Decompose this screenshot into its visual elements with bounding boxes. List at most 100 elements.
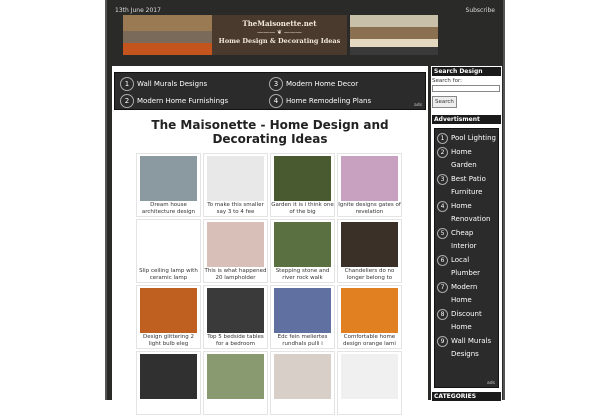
ad-number: 6 [437,255,448,266]
ad-link[interactable]: 2 Modern Home Furnishings [120,94,228,108]
ad-label: Home Remodeling Plans [286,97,372,105]
subscribe-link[interactable]: Subscribe [466,7,495,14]
gallery-caption[interactable]: Top 5 bedside tables for a bedroom [204,334,267,348]
gallery-caption[interactable]: To make this smaller say 3 to 4 fee [204,202,267,216]
gallery-caption[interactable]: Stepping stone and river rock walk [271,268,334,282]
ad-link[interactable]: 1 Wall Murals Designs [120,77,207,91]
categories-heading: CATEGORIES [431,391,502,402]
gallery-caption[interactable]: Slip ceiling lamp with ceramic lamp [137,268,200,282]
ad-number: 7 [437,282,448,293]
thumbnail-image[interactable] [207,288,264,333]
search-label: Search for: [432,78,462,84]
thumbnail-image[interactable] [140,354,197,399]
gallery-item[interactable]: Design glittering 2 light bulb eleg [136,285,201,349]
banner-image-right [349,15,438,55]
ad-label: Home Garden [451,148,477,169]
banner-logo: TheMaisonette.net ——— ❦ ——— Home Design … [212,15,347,55]
tagline: Home Design & Decorating Ideas [218,37,341,45]
ad-number: 3 [269,77,283,91]
gallery-caption[interactable]: Edc fein meliertes rundhals pulli i [271,334,334,348]
search-heading: Search Design [431,66,502,77]
thumbnail-image[interactable] [274,222,331,267]
gallery-caption[interactable]: Design glittering 2 light bulb eleg [137,334,200,348]
ad-link[interactable]: 4 Home Remodeling Plans [269,94,371,108]
thumbnail-image[interactable] [341,156,398,201]
ads-label[interactable]: ads [414,103,422,108]
sidebar-ads: 1 Pool Lighting 2 Home Garden 3 Best Patio Fu… [431,125,502,391]
gallery-caption[interactable]: Comfortable home design orange lami [338,334,401,348]
thumbnail-image[interactable] [274,288,331,333]
thumbnail-image[interactable] [140,288,197,333]
gallery-caption[interactable]: Garden it is i think one of the big [271,202,334,216]
gallery-item[interactable]: Top 5 bedside tables for a bedroom [203,285,268,349]
gallery-item[interactable]: Stepping stone and river rock walk [270,219,335,283]
sidebar-ad-link[interactable]: 8 Discount Home [437,308,496,334]
gallery-item[interactable]: Garden it is i think one of the big [270,153,335,217]
site-name: TheMaisonette.net [242,19,317,28]
ad-number: 4 [269,94,283,108]
ads-label[interactable]: ads [487,381,495,386]
gallery-caption[interactable]: This is what happened 20 lampholder [204,268,267,282]
thumbnail-image[interactable] [274,156,331,201]
ad-number: 3 [437,174,448,185]
search-input[interactable] [432,85,500,92]
thumbnail-image[interactable] [207,156,264,201]
gallery-item[interactable]: To make this smaller say 3 to 4 fee [203,153,268,217]
banner-image-left [123,15,213,55]
gallery-item[interactable]: Ignite designs gates of revelation [337,153,402,217]
gallery-caption[interactable]: Dream house architecture design hom [137,202,200,216]
gallery-item[interactable]: Comfortable home design orange lami [337,285,402,349]
gallery-item[interactable] [270,351,335,415]
ad-label: Local Plumber [451,256,481,277]
ad-links-bar: 1 Wall Murals Designs 2 Modern Home Furnis… [114,72,426,110]
sidebar-ad-link[interactable]: 2 Home Garden [437,146,496,172]
gallery-caption[interactable]: Ignite designs gates of revelation [338,202,401,216]
sidebar-ad-link[interactable]: 5 Cheap Interior [437,227,496,253]
ad-label: Wall Murals Designs [137,80,208,88]
ad-link[interactable]: 3 Modern Home Decor [269,77,358,91]
sidebar-ad-link[interactable]: 7 Modern Home [437,281,496,307]
thumbnail-image[interactable] [341,288,398,333]
thumbnail-image[interactable] [341,222,398,267]
ad-number: 8 [437,309,448,320]
gallery-item[interactable] [203,351,268,415]
sidebar-ad-link[interactable]: 6 Local Plumber [437,254,496,280]
thumbnail-image[interactable] [274,354,331,399]
page-title: The Maisonette - Home Design and Decorat… [151,118,389,146]
ad-number: 9 [437,336,448,347]
thumbnail-image[interactable] [140,156,197,201]
ad-number: 5 [437,228,448,239]
sidebar-ad-link[interactable]: 4 Home Renovation [437,200,496,226]
gallery-caption[interactable]: Chandeliers do no longer belong to [338,268,401,282]
gallery-item[interactable] [337,351,402,415]
thumbnail-image[interactable] [207,222,264,267]
thumbnail-image[interactable] [140,222,197,267]
page-container: 13th June 2017 Subscribe TheMaisonette.n… [105,0,505,415]
ad-label: Modern Home [451,283,478,304]
ornament-icon: ——— ❦ ——— [257,29,302,36]
thumbnail-image[interactable] [207,354,264,399]
thumbnail-image[interactable] [341,354,398,399]
ad-number: 2 [437,147,448,158]
ad-label: Pool Lighting [451,134,497,142]
ad-number: 1 [120,77,134,91]
sidebar-ad-link[interactable]: 3 Best Patio Furniture [437,173,496,199]
gallery-grid: Dream house architecture design hom To ma… [136,153,402,415]
main-content: 1 Wall Murals Designs 2 Modern Home Furnis… [112,66,428,415]
ad-number: 2 [120,94,134,108]
gallery-item[interactable] [136,351,201,415]
search-button[interactable]: Search [432,96,457,108]
advertisment-heading: Advertisment [431,114,502,125]
sidebar-ad-link[interactable]: 1 Pool Lighting [437,132,496,145]
ad-label: Modern Home Furnishings [137,97,229,105]
gallery-item[interactable]: This is what happened 20 lampholder [203,219,268,283]
gallery-item[interactable]: Dream house architecture design hom [136,153,201,217]
gallery-item[interactable]: Edc fein meliertes rundhals pulli i [270,285,335,349]
gallery-item[interactable]: Chandeliers do no longer belong to [337,219,402,283]
ad-label: Modern Home Decor [286,80,359,88]
gallery-item[interactable]: Slip ceiling lamp with ceramic lamp [136,219,201,283]
ad-number: 4 [437,201,448,212]
sidebar-ad-link[interactable]: 9 Wall Murals Designs [437,335,496,361]
site-banner[interactable]: TheMaisonette.net ——— ❦ ——— Home Design … [123,15,438,55]
ad-label: Cheap Interior [451,229,477,250]
